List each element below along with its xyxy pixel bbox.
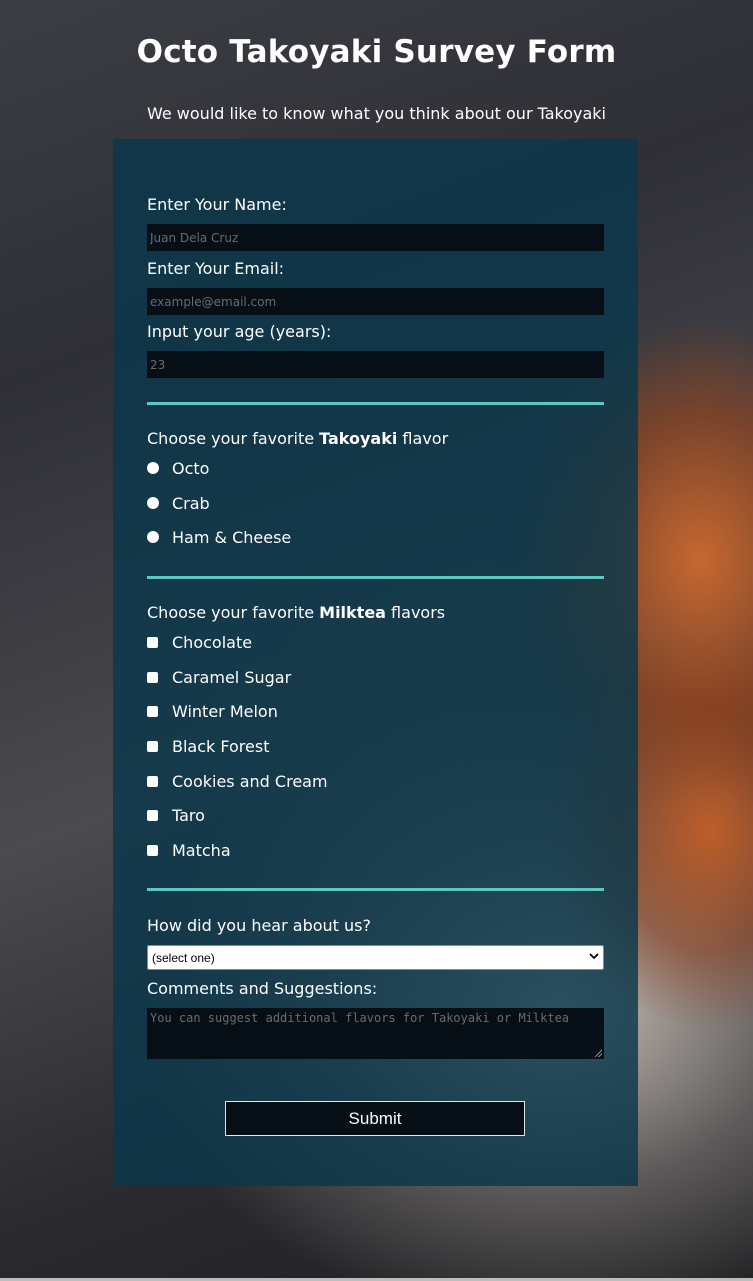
checkbox[interactable] [147, 809, 158, 821]
radio-button[interactable] [147, 497, 159, 509]
chevron-down-icon [589, 950, 599, 964]
name-label: Enter Your Name: [147, 195, 287, 214]
checkbox-label: Black Forest [172, 736, 270, 756]
flavor-option-octo[interactable]: Octo [147, 458, 209, 478]
checkbox-label: Matcha [172, 840, 231, 860]
email-input[interactable] [147, 288, 604, 315]
section-divider [147, 402, 604, 405]
checkbox[interactable] [147, 671, 158, 683]
milktea-option-winter-melon[interactable]: Winter Melon [147, 701, 278, 721]
comments-label: Comments and Suggestions: [147, 979, 378, 998]
checkbox-label: Caramel Sugar [172, 667, 292, 687]
takoyaki-flavor-label: Choose your favorite Takoyaki flavor [147, 429, 448, 448]
checkbox-label: Taro [172, 805, 205, 825]
milktea-option-black-forest[interactable]: Black Forest [147, 736, 269, 756]
age-label: Input your age (years): [147, 322, 332, 341]
takoyaki-label-bold: Takoyaki [319, 429, 398, 448]
flavor-option-ham-cheese[interactable]: Ham & Cheese [147, 527, 291, 547]
survey-form: Enter Your Name: Enter Your Email: Input… [113, 139, 638, 1186]
milktea-option-matcha[interactable]: Matcha [147, 840, 231, 860]
referral-label: How did you hear about us? [147, 916, 371, 935]
checkbox[interactable] [147, 775, 158, 787]
comments-placeholder: You can suggest additional flavors for T… [150, 1011, 570, 1025]
referral-dropdown[interactable]: (select one) [147, 945, 604, 970]
page-title: Octo Takoyaki Survey Form [136, 34, 617, 70]
name-input[interactable] [147, 224, 604, 251]
section-divider [147, 576, 604, 579]
milktea-option-caramel-sugar[interactable]: Caramel Sugar [147, 667, 291, 687]
radio-button[interactable] [147, 531, 159, 543]
flavor-option-crab[interactable]: Crab [147, 493, 210, 513]
resize-grip-icon[interactable] [595, 1050, 602, 1057]
milktea-option-cookies-cream[interactable]: Cookies and Cream [147, 771, 328, 791]
submit-button[interactable]: Submit [225, 1101, 525, 1136]
checkbox[interactable] [147, 705, 158, 717]
checkbox-label: Cookies and Cream [172, 771, 328, 791]
radio-label: Crab [172, 493, 210, 513]
milktea-flavor-label: Choose your favorite Milktea flavors [147, 603, 445, 622]
checkbox-label: Chocolate [172, 632, 253, 652]
email-label: Enter Your Email: [147, 259, 285, 278]
checkbox[interactable] [147, 740, 158, 752]
milktea-label-bold: Milktea [319, 603, 386, 622]
comments-textarea[interactable]: You can suggest additional flavors for T… [147, 1008, 604, 1059]
age-input[interactable] [147, 351, 604, 378]
checkbox[interactable] [147, 844, 158, 856]
takoyaki-label-prefix: Choose your favorite [147, 429, 320, 448]
section-divider [147, 888, 604, 891]
milktea-option-taro[interactable]: Taro [147, 805, 205, 825]
takoyaki-label-suffix: flavor [397, 429, 449, 448]
milktea-option-chocolate[interactable]: Chocolate [147, 632, 252, 652]
checkbox[interactable] [147, 636, 158, 648]
checkbox-label: Winter Melon [172, 701, 278, 721]
radio-label: Ham & Cheese [172, 527, 292, 547]
radio-button[interactable] [147, 462, 159, 474]
milktea-label-prefix: Choose your favorite [147, 603, 320, 622]
referral-selected-value: (select one) [152, 950, 215, 965]
radio-label: Octo [172, 458, 210, 478]
page-description: We would like to know what you think abo… [146, 104, 606, 123]
milktea-label-suffix: flavors [385, 603, 446, 622]
